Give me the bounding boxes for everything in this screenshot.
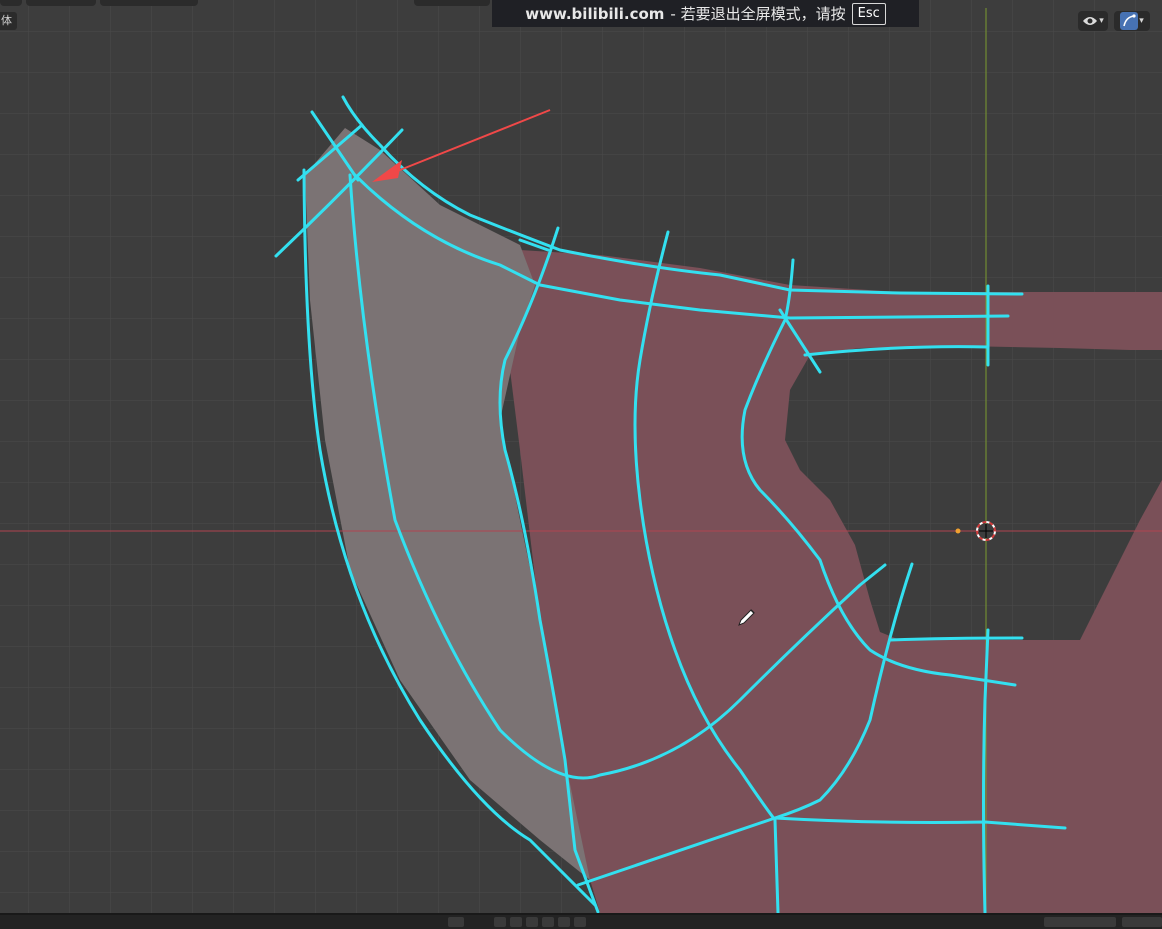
banner-url: www.bilibili.com xyxy=(525,4,665,23)
fullscreen-banner: www.bilibili.com - 若要退出全屏模式，请按 Esc xyxy=(492,0,919,27)
banner-message: - 若要退出全屏模式，请按 xyxy=(670,5,846,23)
play-reverse-icon[interactable] xyxy=(526,917,538,927)
header-widget-stub[interactable] xyxy=(100,0,198,6)
gizmo-toggle-button[interactable]: ▾ xyxy=(1114,11,1150,31)
next-key-icon[interactable] xyxy=(558,917,570,927)
jump-start-icon[interactable] xyxy=(494,917,506,927)
eye-icon xyxy=(1083,17,1098,25)
header-widget-stub[interactable] xyxy=(414,0,490,6)
pencil-cursor-icon xyxy=(738,609,755,626)
frame-range-field[interactable] xyxy=(1122,917,1162,927)
visibility-toggle-button[interactable]: ▾ xyxy=(1078,11,1108,31)
chevron-down-icon: ▾ xyxy=(1099,16,1104,26)
mode-label[interactable]: 体 xyxy=(0,12,17,30)
jump-end-icon[interactable] xyxy=(574,917,586,927)
3d-viewport[interactable] xyxy=(0,0,1162,927)
timeline-toggle-button[interactable] xyxy=(448,917,464,927)
esc-key-badge: Esc xyxy=(851,2,886,25)
3d-cursor-icon xyxy=(976,521,996,541)
chevron-down-icon: ▾ xyxy=(1139,16,1144,26)
gizmo-icon xyxy=(1120,12,1139,30)
header-widget-stub[interactable] xyxy=(0,0,22,6)
object-origin-dot xyxy=(955,528,961,534)
frame-field[interactable] xyxy=(1044,917,1116,927)
header-widget-stub[interactable] xyxy=(26,0,96,6)
prev-key-icon[interactable] xyxy=(510,917,522,927)
play-icon[interactable] xyxy=(542,917,554,927)
